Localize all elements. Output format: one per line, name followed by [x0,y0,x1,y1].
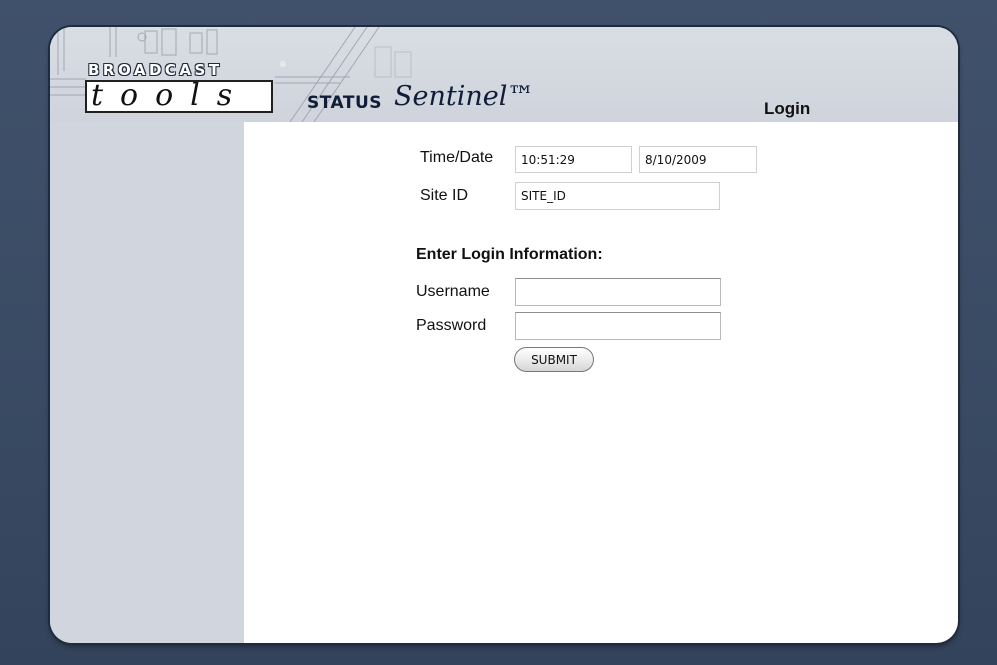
product-name-status: STATUS [307,93,383,113]
site-id-label: Site ID [420,187,469,204]
username-input[interactable] [515,278,721,306]
password-input[interactable] [515,312,721,340]
time-date-label: Time/Date [420,149,494,166]
page-title: Login [764,99,811,118]
logo-tools-box: tools [85,78,273,113]
date-field[interactable] [639,146,757,173]
app-frame: BROADCAST ® tools STATUS Sentinel™ Login… [50,27,958,643]
password-label: Password [416,317,487,334]
product-name-sentinel: Sentinel™ [394,81,535,112]
username-label: Username [416,283,490,300]
login-section-title: Enter Login Information: [416,246,603,263]
time-field[interactable] [515,146,632,173]
site-id-field[interactable] [515,182,720,210]
submit-button[interactable]: SUBMIT [514,347,594,372]
registered-mark: ® [280,60,286,69]
header-banner: BROADCAST ® tools STATUS Sentinel™ Login [50,27,958,122]
logo-broadcast-text: BROADCAST [88,61,223,79]
sidebar [50,122,244,643]
logo-tools-text: tools [91,78,250,113]
